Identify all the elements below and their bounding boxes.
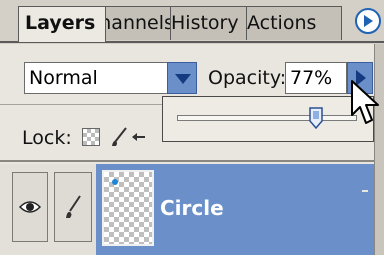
tab-history-label: History [171, 12, 239, 34]
eye-icon [19, 201, 41, 213]
brush-lock-icon[interactable] [108, 124, 130, 150]
layer-name[interactable]: Circle [160, 196, 224, 220]
opacity-label: Opacity: [208, 67, 287, 89]
tab-actions[interactable]: Actions [246, 6, 342, 40]
panel-tab-bar: Channels History Actions Layers [0, 0, 384, 44]
panel-right-edge [374, 44, 384, 255]
blend-mode-select[interactable]: Normal [24, 62, 168, 94]
circle-preview-dot [112, 179, 118, 185]
panel-menu-icon [364, 15, 373, 27]
layer-link-toggle[interactable] [54, 172, 92, 242]
tab-actions-label: Actions [247, 12, 317, 34]
brush-icon [66, 195, 81, 218]
lock-label: Lock: [22, 127, 72, 149]
tab-channels-label: Channels [98, 12, 174, 34]
arrow-cursor-icon [351, 80, 379, 124]
opacity-slider-track[interactable] [177, 115, 357, 121]
layer-scroll-indicator[interactable] [360, 170, 370, 210]
opacity-field[interactable]: 77% [285, 62, 347, 94]
move-lock-icon[interactable] [131, 124, 145, 150]
tab-layers[interactable]: Layers [18, 6, 106, 42]
tab-channels[interactable]: Channels [97, 6, 179, 40]
panel-menu-button[interactable] [355, 8, 381, 34]
opacity-slider-popup [162, 96, 374, 142]
tab-history[interactable]: History [170, 6, 254, 40]
transparency-lock-icon[interactable] [82, 128, 100, 146]
layer-thumbnail [102, 170, 154, 246]
opacity-slider-thumb[interactable] [309, 107, 323, 129]
tab-layers-label: Layers [25, 12, 96, 34]
dropdown-arrow-icon[interactable] [167, 62, 197, 94]
layer-visibility-toggle[interactable] [12, 172, 48, 242]
